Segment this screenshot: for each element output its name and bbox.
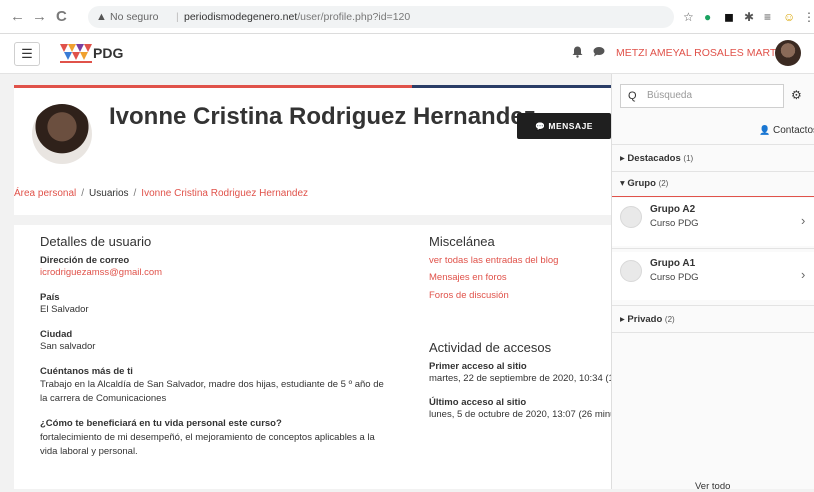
profile-emoji-icon[interactable]: ☺ (783, 9, 795, 25)
city-label: Ciudad (40, 328, 73, 340)
reload-icon[interactable]: C (56, 8, 67, 26)
reading-list-icon[interactable]: ≡ (764, 9, 771, 25)
user-menu-name[interactable]: METZI AMEYAL ROSALES MARTEL (616, 47, 789, 59)
contacts-link[interactable]: 👤 Contactos (759, 125, 814, 136)
message-button-label: MENSAJE (548, 121, 593, 131)
breadcrumb-area-personal[interactable]: Área personal (14, 188, 76, 199)
chat-bubble-icon: 💬 (535, 122, 546, 131)
chevron-right-icon: › (801, 213, 806, 228)
menu-toggle-button[interactable]: ☰ (14, 42, 40, 66)
drawer-divider (612, 248, 814, 249)
profile-content-card: Detalles de usuario Dirección de correo … (14, 225, 614, 489)
first-access-label: Primer acceso al sitio (429, 360, 527, 372)
pdg-logo-icon[interactable] (60, 42, 92, 64)
group-item[interactable]: Grupo A2 Curso PDG › (612, 198, 814, 246)
city-value: San salvador (40, 341, 96, 352)
forum-posts-link[interactable]: Mensajes en foros (429, 272, 614, 285)
chevron-right-icon: › (801, 267, 806, 282)
email-link[interactable]: icrodriguezamss@gmail.com (40, 267, 390, 280)
group-course: Curso PDG (650, 272, 699, 283)
security-label: No seguro (110, 11, 159, 23)
country-value: El Salvador (40, 304, 89, 315)
back-icon[interactable]: ← (10, 8, 25, 26)
private-section-toggle[interactable]: ▸ Privado (2) (620, 314, 814, 325)
drawer-divider (612, 332, 814, 333)
search-placeholder: Búsqueda (647, 90, 693, 101)
gear-icon[interactable]: ⚙ (791, 88, 802, 102)
starred-label: Destacados (627, 153, 681, 164)
breadcrumb: Área personal / Usuarios / Ivonne Cristina R… (14, 188, 308, 199)
site-header: ☰ PDG METZI AMEYAL ROSALES MARTEL (0, 34, 814, 74)
search-icon: Q (628, 90, 637, 102)
caret-down-icon: ▾ (620, 178, 625, 189)
last-access-value: lunes, 5 de octubre de 2020, 13:07 (26 m… (429, 409, 614, 420)
misc-title: Miscelánea (429, 236, 495, 249)
group-item[interactable]: Grupo A1 Curso PDG › (612, 252, 814, 300)
starred-count: (1) (683, 154, 694, 163)
forward-icon[interactable]: → (32, 8, 47, 26)
group-name: Grupo A1 (650, 258, 696, 269)
benefit-value: fortalecimiento de mi desempeñó, el mejo… (40, 431, 375, 457)
caret-right-icon: ▸ (620, 153, 625, 164)
about-label: Cuéntanos más de ti (40, 365, 133, 377)
extension-leaf-icon[interactable]: ● (704, 9, 711, 25)
access-activity-section: Actividad de accesos Primer acceso al si… (429, 342, 614, 422)
message-button[interactable]: 💬 MENSAJE (517, 113, 611, 139)
bookmark-star-icon[interactable]: ☆ (683, 9, 694, 25)
group-label: Grupo (627, 178, 656, 189)
benefit-label: ¿Cómo te beneficiará en tu vida personal… (40, 418, 282, 429)
messages-chat-icon[interactable] (593, 46, 605, 60)
user-details-title: Detalles de usuario (40, 234, 152, 249)
person-icon: 👤 (759, 125, 771, 135)
group-section-toggle[interactable]: ▾ Grupo (2) (620, 178, 814, 189)
extensions-puzzle-icon[interactable]: ✱ (744, 9, 754, 25)
first-access-value: martes, 22 de septiembre de 2020, 10:34 … (429, 373, 614, 384)
warning-icon: ▲ (96, 11, 107, 23)
breadcrumb-current[interactable]: Ivonne Cristina Rodriguez Hernandez (141, 188, 308, 199)
browser-menu-icon[interactable]: ⋮ (803, 9, 814, 25)
message-drawer: Q Búsqueda ⚙ 👤 Contactos ▸ Destacados (1… (611, 74, 814, 492)
group-avatar (620, 206, 642, 228)
url-text: periodismodegenero.net/user/profile.php?… (184, 11, 411, 23)
starred-section-toggle[interactable]: ▸ Destacados (1) (620, 153, 814, 164)
group-active-divider (612, 196, 814, 197)
url-separator: | (176, 11, 179, 23)
misc-section: Miscelánea ver todas las entradas del bl… (429, 236, 614, 307)
access-activity-title: Actividad de accesos (429, 342, 552, 355)
last-access-label: Último acceso al sitio (429, 396, 527, 408)
notifications-bell-icon[interactable] (572, 46, 583, 61)
breadcrumb-separator: / (133, 188, 137, 199)
page-title: Ivonne Cristina Rodriguez Hernandez (109, 103, 536, 130)
see-all-link[interactable]: Ver todo (695, 481, 730, 492)
about-value: Trabajo en la Alcaldía de San Salvador, … (40, 379, 384, 404)
contacts-label: Contactos (773, 125, 814, 136)
browser-toolbar: ← → C ▲ No seguro | periodismodegenero.n… (0, 0, 814, 34)
group-count: (2) (658, 179, 669, 188)
group-course: Curso PDG (650, 218, 699, 229)
drawer-divider (612, 305, 814, 306)
drawer-divider (612, 144, 814, 145)
breadcrumb-usuarios[interactable]: Usuarios (89, 188, 128, 199)
drawer-search-input[interactable]: Q Búsqueda (620, 84, 784, 108)
blog-entries-link[interactable]: ver todas las entradas del blog (429, 255, 614, 268)
breadcrumb-separator: / (81, 188, 85, 199)
address-bar[interactable]: ▲ No seguro | periodismodegenero.net/use… (88, 6, 674, 28)
private-count: (2) (664, 315, 675, 324)
email-label: Dirección de correo (40, 254, 130, 266)
header-accent-line (412, 85, 614, 88)
profile-header-card: Ivonne Cristina Rodriguez Hernandez 💬 ME… (14, 85, 614, 215)
group-avatar (620, 260, 642, 282)
logo-text[interactable]: PDG (93, 45, 123, 61)
profile-picture (32, 104, 92, 164)
group-name: Grupo A2 (650, 204, 696, 215)
private-label: Privado (627, 314, 663, 325)
caret-right-icon: ▸ (620, 314, 625, 325)
extension-square-icon[interactable]: ◼ (724, 9, 734, 25)
user-details-section: Detalles de usuario Dirección de correo … (40, 234, 390, 459)
country-label: País (40, 291, 60, 303)
drawer-divider (612, 171, 814, 172)
user-avatar[interactable] (775, 40, 801, 66)
forum-discussions-link[interactable]: Foros de discusión (429, 290, 614, 303)
